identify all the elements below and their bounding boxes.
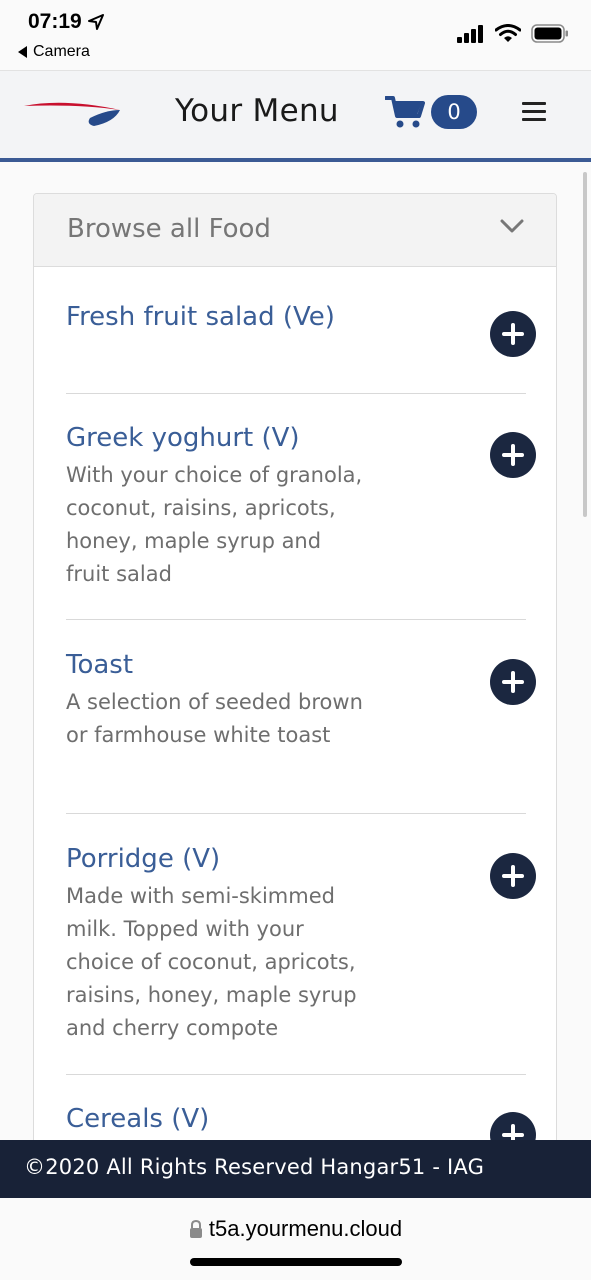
browser-url-bar[interactable]: t5a.yourmenu.cloud [0, 1198, 591, 1280]
menu-item-description: With your choice of granola, coconut, ra… [66, 463, 363, 586]
menu-item: Fresh fruit salad (Ve) [66, 301, 526, 394]
cart-button[interactable]: 0 [385, 95, 477, 129]
menu-item-title: Greek yoghurt (V) [66, 423, 300, 453]
add-item-button[interactable] [490, 659, 536, 705]
page-title: Your Menu [175, 93, 339, 129]
scrollbar[interactable] [583, 172, 587, 517]
menu-item-title: Porridge (V) [66, 844, 221, 874]
category-dropdown-label: Browse all Food [67, 214, 271, 244]
menu-item: Cereals (V) [66, 1103, 526, 1140]
status-time: 07:19 [28, 10, 104, 34]
back-triangle-icon [18, 46, 27, 58]
location-arrow-icon [87, 14, 104, 30]
home-indicator[interactable] [190, 1258, 402, 1266]
menu-content: Browse all Food Fresh fruit salad (Ve) G… [0, 162, 591, 1140]
category-dropdown[interactable]: Browse all Food [34, 194, 556, 267]
food-category-panel: Browse all Food Fresh fruit salad (Ve) G… [33, 193, 557, 1140]
logo-icon[interactable] [24, 100, 122, 128]
chevron-down-icon [500, 219, 524, 233]
status-time-label: 07:19 [28, 10, 82, 33]
status-bar: 07:19 Camera [0, 0, 591, 70]
lock-icon [189, 1220, 202, 1238]
footer: ©2020 All Rights Reserved Hangar51 - IAG [0, 1140, 591, 1198]
url-display[interactable]: t5a.yourmenu.cloud [0, 1216, 591, 1242]
menu-item-description: Made with semi-skimmed milk. Topped with… [66, 884, 357, 1040]
add-item-button[interactable] [490, 853, 536, 899]
footer-copyright: ©2020 All Rights Reserved Hangar51 - IAG [24, 1155, 485, 1179]
menu-item-title: Cereals (V) [66, 1104, 210, 1134]
menu-item-description: A selection of seeded brown or farmhouse… [66, 690, 363, 747]
signal-icon [457, 24, 483, 43]
cart-icon [385, 96, 425, 128]
battery-icon [531, 24, 568, 43]
back-app-label: Camera [33, 43, 90, 60]
hamburger-menu-icon[interactable] [522, 100, 546, 124]
add-item-button[interactable] [490, 432, 536, 478]
menu-item-title: Fresh fruit salad (Ve) [66, 302, 335, 332]
menu-item: Toast A selection of seeded brown or far… [66, 649, 526, 814]
url-text: t5a.yourmenu.cloud [208, 1216, 403, 1241]
wifi-icon [495, 24, 521, 42]
add-item-button[interactable] [490, 311, 536, 357]
menu-item: Greek yoghurt (V) With your choice of gr… [66, 422, 526, 620]
status-icons [457, 24, 569, 43]
cart-count-badge: 0 [431, 95, 477, 129]
menu-item-title: Toast [66, 650, 134, 680]
menu-item: Porridge (V) Made with semi-skimmed milk… [66, 843, 526, 1075]
back-to-camera[interactable]: Camera [18, 43, 90, 61]
